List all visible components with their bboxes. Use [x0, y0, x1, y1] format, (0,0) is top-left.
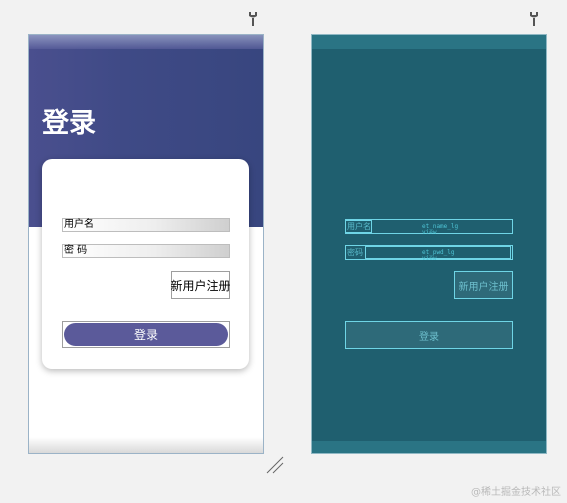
login-button-outline[interactable]: 登录 [345, 321, 513, 349]
status-bar [29, 35, 263, 49]
login-button[interactable]: 登录 [62, 321, 230, 348]
wrench-icon[interactable] [528, 11, 540, 27]
username-field[interactable]: 用户名 [62, 218, 230, 232]
page-title: 登录 [42, 108, 96, 139]
username-input[interactable] [94, 219, 229, 231]
password-label: 密码 [347, 248, 363, 257]
username-type: view [422, 229, 437, 236]
status-bar [312, 35, 546, 49]
password-type: view [422, 255, 437, 262]
watermark: @稀土掘金技术社区 [471, 487, 561, 498]
login-button-label: 登录 [64, 323, 228, 346]
password-input[interactable] [87, 245, 229, 257]
resize-handle-icon[interactable] [264, 454, 286, 476]
login-card: 用户名 密 码 新用户注册 登录 [42, 159, 249, 369]
blueprint-preview: 用户名 et_name_lg view 密码 et_pwd_lg view 新用… [311, 34, 547, 454]
register-button-outline[interactable]: 新用户注册 [454, 271, 513, 299]
username-label: 用户名 [347, 222, 371, 231]
password-label: 密 码 [64, 245, 88, 256]
navigation-bar [29, 437, 263, 453]
navigation-bar [312, 441, 546, 453]
register-button[interactable]: 新用户注册 [171, 271, 231, 299]
username-label: 用户名 [64, 219, 94, 230]
password-field[interactable]: 密 码 [62, 244, 230, 258]
wrench-icon[interactable] [247, 11, 259, 27]
design-preview: 登录 用户名 密 码 新用户注册 登录 [28, 34, 264, 454]
